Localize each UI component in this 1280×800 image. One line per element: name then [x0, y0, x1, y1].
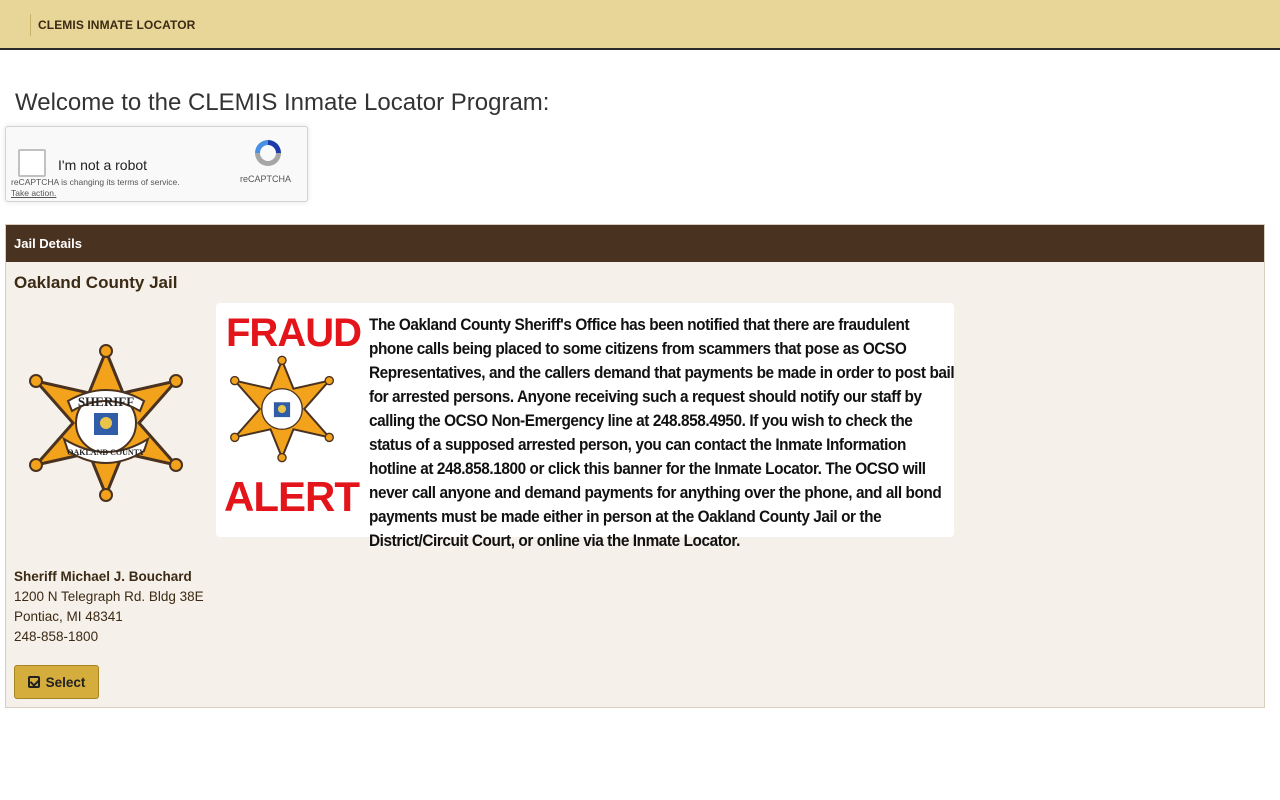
sheriff-badge-icon: SHERIFF OAKLAND COUNTY — [29, 344, 183, 502]
jail-details-panel: Jail Details Oakland County Jail SHERIFF… — [5, 224, 1265, 708]
captcha-checkbox[interactable] — [18, 149, 46, 177]
top-nav-bar: CLEMIS INMATE LOCATOR — [0, 0, 1280, 50]
fraud-title: FRAUD — [226, 311, 362, 355]
panel-title: Jail Details — [6, 225, 1264, 262]
captcha-terms-text: reCAPTCHA is changing its terms of servi… — [11, 177, 180, 187]
jail-address-block: Sheriff Michael J. Bouchard 1200 N Teleg… — [14, 567, 204, 647]
fraud-alert-message: The Oakland County Sheriff's Office has … — [369, 316, 955, 550]
recaptcha-brand-label: reCAPTCHA — [240, 174, 292, 184]
sheriff-badge-small-icon — [230, 355, 334, 463]
select-button[interactable]: Select — [14, 665, 99, 699]
badge-bottom-text: OAKLAND COUNTY — [67, 448, 145, 457]
app-brand-link[interactable]: CLEMIS INMATE LOCATOR — [38, 18, 195, 32]
recaptcha-icon — [255, 140, 281, 166]
sheriff-name: Sheriff Michael J. Bouchard — [14, 569, 192, 584]
fraud-alert-banner[interactable]: FRAUD ALERT The Oakland County Sheriff's… — [216, 303, 955, 550]
nav-separator — [30, 14, 31, 36]
captcha-checkbox-label: I'm not a robot — [58, 157, 148, 173]
alert-title: ALERT — [224, 473, 360, 520]
badge-top-text: SHERIFF — [78, 394, 134, 409]
check-square-icon — [27, 675, 40, 688]
recaptcha-widget: I'm not a robot reCAPTCHA is changing it… — [5, 126, 308, 202]
address-city: Pontiac, MI 48341 — [14, 609, 123, 624]
address-street: 1200 N Telegraph Rd. Bldg 38E — [14, 589, 204, 604]
address-phone: 248-858-1800 — [14, 629, 99, 644]
jail-name: Oakland County Jail — [14, 273, 178, 292]
captcha-take-action-link[interactable]: Take action. — [11, 188, 56, 198]
welcome-heading: Welcome to the CLEMIS Inmate Locator Pro… — [15, 89, 550, 116]
select-label: Select — [45, 674, 86, 690]
